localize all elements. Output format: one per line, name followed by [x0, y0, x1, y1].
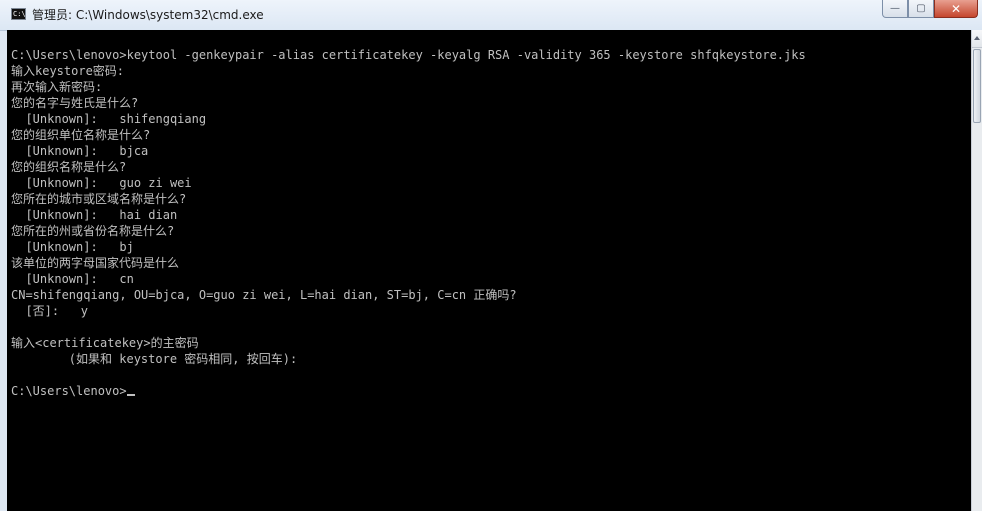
cmd-window: C:\ 管理员: C:\Windows\system32\cmd.exe — ▢… [0, 0, 982, 511]
console-prompt: C:\Users\lenovo> [11, 384, 127, 398]
console-line: (如果和 keystore 密码相同, 按回车): [11, 352, 298, 366]
console-line: 您所在的城市或区域名称是什么? [11, 192, 187, 206]
window-title: 管理员: C:\Windows\system32\cmd.exe [32, 8, 264, 22]
console-prompt-line: C:\Users\lenovo> [11, 383, 806, 399]
maximize-button[interactable]: ▢ [908, 0, 934, 18]
console-line: 输入keystore密码: [11, 64, 125, 78]
console-line: 您的组织单位名称是什么? [11, 128, 151, 142]
window-controls: — ▢ ✕ [882, 0, 978, 20]
vertical-scrollbar[interactable] [971, 30, 982, 511]
console-line: [Unknown]: bjca [11, 144, 149, 158]
console-line: CN=shifengqiang, OU=bjca, O=guo zi wei, … [11, 288, 517, 302]
console-line: 您的组织名称是什么? [11, 160, 127, 174]
console-line: [Unknown]: hai dian [11, 208, 178, 222]
console-line: 您的名字与姓氏是什么? [11, 96, 139, 110]
console-line: 再次输入新密码: [11, 80, 103, 94]
scroll-up-arrow-icon[interactable] [972, 30, 982, 48]
title-bar[interactable]: C:\ 管理员: C:\Windows\system32\cmd.exe — ▢… [0, 0, 982, 31]
console-line: 该单位的两字母国家代码是什么 [11, 256, 180, 270]
close-button[interactable]: ✕ [934, 0, 978, 18]
console-line: 输入<certificatekey>的主密码 [11, 336, 199, 350]
console-line: [否]: y [11, 304, 89, 318]
scrollbar-thumb[interactable] [973, 49, 981, 123]
console-line: 您所在的州或省份名称是什么? [11, 224, 175, 238]
console-line: [Unknown]: guo zi wei [11, 176, 192, 190]
console-area[interactable]: C:\Users\lenovo>keytool -genkeypair -ali… [7, 30, 971, 511]
console-line: [Unknown]: bj [11, 240, 134, 254]
console-line: C:\Users\lenovo>keytool -genkeypair -ali… [11, 48, 806, 62]
console-line: [Unknown]: cn [11, 272, 134, 286]
console-output: C:\Users\lenovo>keytool -genkeypair -ali… [11, 47, 806, 399]
cmd-icon[interactable]: C:\ [11, 8, 26, 20]
minimize-button[interactable]: — [882, 0, 908, 18]
text-cursor [126, 394, 135, 396]
console-line: [Unknown]: shifengqiang [11, 112, 207, 126]
